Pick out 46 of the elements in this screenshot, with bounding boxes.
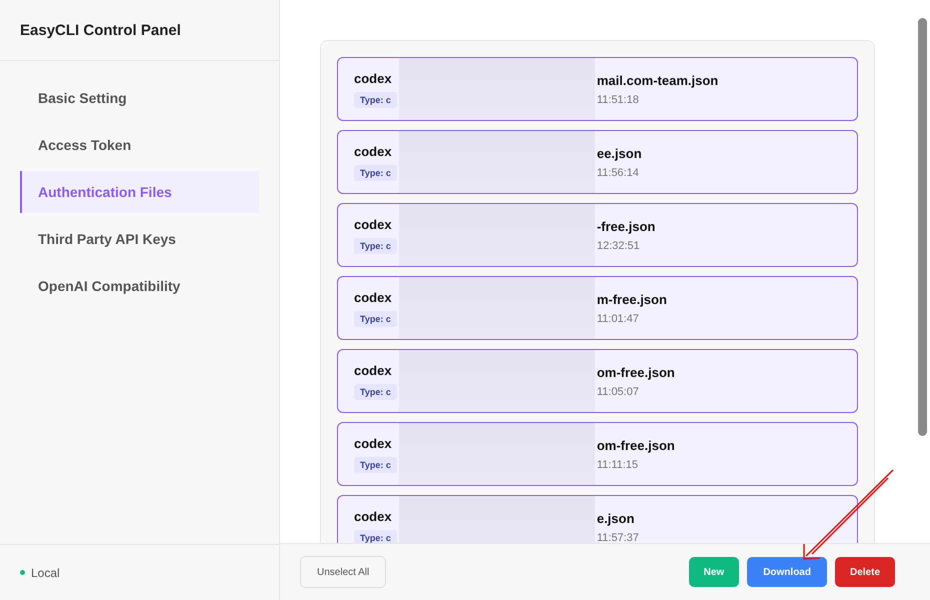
download-button[interactable]: Download — [747, 557, 827, 587]
type-tag: Type: c — [354, 530, 397, 543]
file-card[interactable]: codex Type: c om-free.json 11:05:07 — [337, 349, 858, 413]
nav-item[interactable]: Access Token — [20, 124, 259, 166]
type-tag: Type: c — [354, 92, 397, 108]
file-name: om-free.json — [596, 364, 675, 380]
modified-time: 11:57:37 — [596, 532, 639, 543]
file-name: e.json — [596, 510, 634, 526]
file-name: m-free.json — [596, 292, 667, 306]
type-tag: Type: c — [354, 384, 397, 400]
file-name: codex — [354, 144, 392, 158]
modified-time: 11:01:47 — [596, 312, 639, 324]
file-name: mail.com-team.json — [596, 72, 718, 88]
file-name: codex — [354, 362, 392, 378]
modified-time: 11:11:15 — [596, 458, 638, 470]
file-name: codex — [354, 70, 392, 86]
modified-time: 12:32:51 — [596, 240, 640, 252]
file-card[interactable]: codex Type: c om-free.json 11:11:15 — [337, 422, 858, 486]
modified-time: 11:05:07 — [596, 386, 639, 398]
scrollbar[interactable] — [918, 18, 927, 436]
modified-time: 11:56:14 — [596, 166, 639, 178]
file-name: om-free.json — [596, 438, 675, 452]
file-card[interactable]: codex Type: c e.json 11:57:37 — [337, 495, 858, 543]
nav-item[interactable]: Basic Setting — [20, 77, 259, 119]
nav-item[interactable]: Third Party API Keys — [20, 218, 259, 260]
file-name: -free.json — [596, 218, 656, 234]
file-name: codex — [354, 290, 392, 304]
file-card[interactable]: codex Type: c -free.json 12:32:51 — [337, 203, 858, 267]
nav-item[interactable]: OpenAI Compatibility — [20, 265, 259, 307]
nav-item[interactable]: Authentication Files — [20, 171, 259, 213]
file-name: codex — [354, 216, 392, 232]
file-name: codex — [354, 436, 392, 450]
type-tag: Type: c — [354, 310, 397, 326]
delete-button[interactable]: Delete — [834, 557, 895, 587]
type-tag: Type: c — [354, 238, 397, 254]
file-name: codex — [354, 508, 392, 524]
modified-time: 11:51:18 — [596, 94, 639, 106]
unselect-all-button[interactable]: Unselect All — [300, 556, 386, 588]
file-name: ee.json — [596, 146, 642, 160]
file-card[interactable]: codex Type: c m-free.json 11:01:47 — [337, 276, 858, 340]
type-tag: Type: c — [354, 164, 397, 180]
type-tag: Type: c — [354, 456, 397, 472]
status-label: Local — [31, 566, 60, 580]
file-card[interactable]: codex Type: c mail.com-team.json 11:51:18 — [337, 57, 858, 121]
file-card[interactable]: codex Type: c ee.json 11:56:14 — [337, 130, 858, 194]
app-title: EasyCLI Control Panel — [20, 22, 181, 38]
